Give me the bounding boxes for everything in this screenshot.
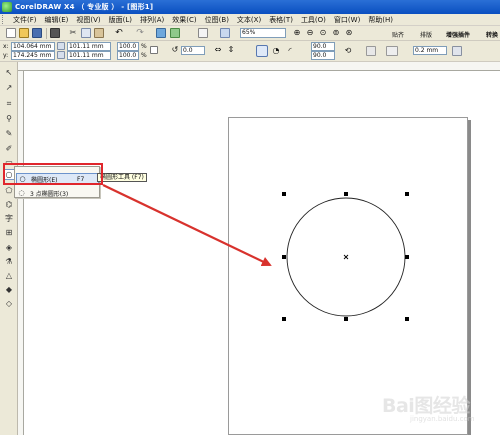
center-mark-icon	[343, 254, 349, 260]
handle-bottom-right	[405, 317, 409, 321]
3-point-ellipse-icon: ◌	[18, 189, 25, 197]
handle-top-middle	[344, 192, 348, 196]
annotation-arrow	[102, 184, 272, 267]
watermark-url: jingyan.baidu.com	[410, 415, 475, 423]
red-highlight-box	[3, 163, 103, 185]
handle-top-left	[282, 192, 286, 196]
flyout-item-3point-ellipse[interactable]: ◌ 3 点椭圆形(3)	[16, 187, 99, 199]
baidu-jingyan-watermark: Bai图经验 jingyan.baidu.com	[372, 388, 496, 430]
handle-bottom-middle	[344, 317, 348, 321]
flyout-item-3point-ellipse-label: 3 点椭圆形(3)	[30, 190, 69, 198]
watermark-logo-text: Bai图经验	[382, 395, 470, 417]
handle-middle-right	[405, 255, 409, 259]
handle-bottom-left	[282, 317, 286, 321]
drawing-overlay	[102, 184, 409, 321]
tooltip: 椭圆形工具 (F7)	[97, 173, 147, 182]
handle-middle-left	[282, 255, 286, 259]
handle-top-right	[405, 192, 409, 196]
